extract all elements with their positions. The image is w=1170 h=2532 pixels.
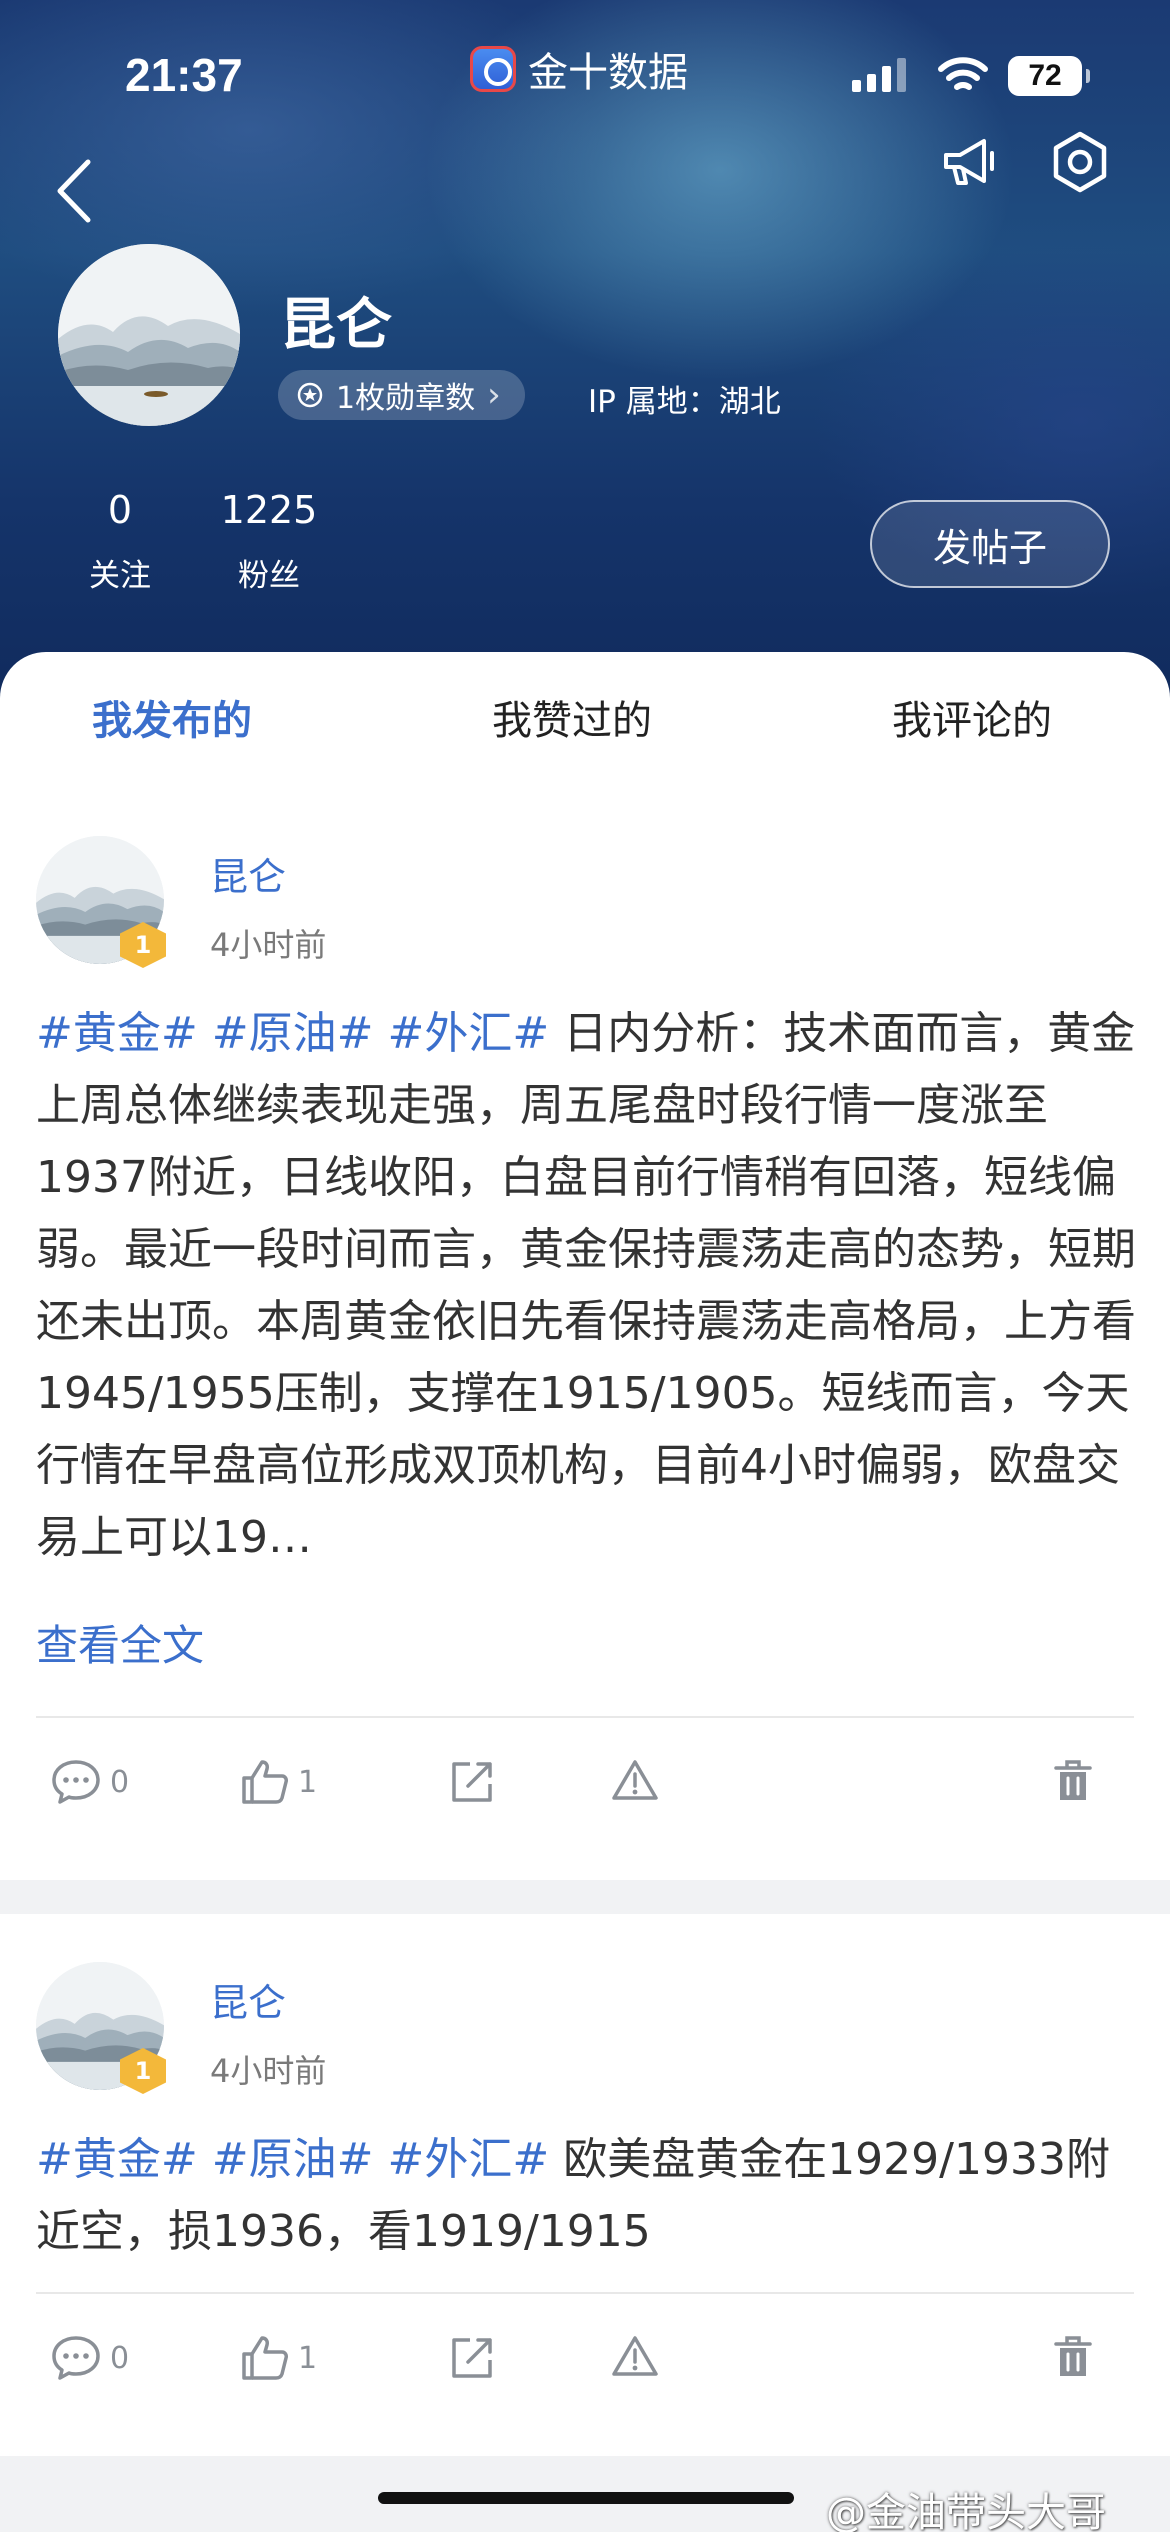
hashtag-forex[interactable]: #外汇# — [387, 1008, 549, 1059]
like-count: 1 — [298, 1764, 318, 1800]
status-time: 21:37 — [125, 49, 243, 101]
post-body-text: 日内分析：技术面而言，黄金上周总体继续表现走强，周五尾盘时段行情一度涨至1937… — [36, 1008, 1136, 1563]
like-count: 1 — [298, 2340, 318, 2376]
medal-count-label: 1枚勋章数 — [336, 381, 476, 416]
home-indicator[interactable] — [378, 2492, 794, 2504]
profile-tabs: 我发布的 我赞过的 我评论的 — [0, 688, 1170, 750]
source-app-name: 金十数据 — [528, 50, 688, 96]
warning-icon — [612, 2336, 658, 2376]
profile-avatar[interactable] — [58, 244, 240, 426]
share-icon — [452, 1762, 492, 1802]
report-button[interactable] — [610, 1758, 660, 1802]
app-icon — [470, 46, 516, 92]
followers-stat[interactable]: 1225 粉丝 — [212, 488, 326, 595]
following-label: 关注 — [89, 558, 151, 594]
read-full-text-link[interactable]: 查看全文 — [36, 1612, 204, 1673]
chevron-right-icon: › — [487, 375, 501, 415]
watermark: @金油带头大哥 — [826, 2490, 1106, 2532]
warning-icon — [612, 1760, 658, 1800]
status-bar: 21:37 金十数据 72 — [0, 0, 1170, 140]
hashtag-gold[interactable]: #黄金# — [36, 1008, 198, 1059]
hashtag-gold[interactable]: #黄金# — [36, 2134, 198, 2185]
comment-button[interactable]: 0 — [50, 1758, 129, 1806]
post-body[interactable]: #黄金# #原油# #外汇# 欧美盘黄金在1929/1933附近空，损1936，… — [36, 2124, 1136, 2268]
post-action-bar: 0 1 — [0, 1758, 1170, 1828]
post-action-bar: 0 1 — [0, 2334, 1170, 2404]
battery-indicator: 72 — [1008, 56, 1090, 96]
tab-my-posts[interactable]: 我发布的 — [92, 688, 252, 746]
source-app-indicator[interactable]: 金十数据 — [470, 40, 688, 98]
thumbs-up-icon — [242, 2336, 288, 2380]
following-stat[interactable]: 0 关注 — [68, 488, 172, 595]
comment-count: 0 — [110, 1764, 130, 1800]
hashtag-oil[interactable]: #原油# — [212, 1008, 374, 1059]
medal-count-pill[interactable]: 1枚勋章数 › — [278, 370, 525, 420]
back-arrow-icon[interactable] — [50, 158, 100, 224]
medal-icon — [297, 382, 323, 408]
tab-commented[interactable]: 我评论的 — [892, 688, 1052, 746]
post-author-name[interactable]: 昆仑 — [210, 1972, 286, 2027]
tab-liked[interactable]: 我赞过的 — [492, 688, 652, 746]
delete-button[interactable] — [1052, 2334, 1094, 2380]
report-button[interactable] — [610, 2334, 660, 2378]
comment-icon — [52, 2336, 100, 2380]
megaphone-icon[interactable] — [940, 135, 1000, 191]
post-body-text: 欧美盘黄金在1929/1933附近空，损1936，看1919/1915 — [36, 2134, 1110, 2257]
thumbs-up-icon — [242, 1760, 288, 1804]
ip-location: IP 属地：湖北 — [588, 384, 781, 420]
post-author-name[interactable]: 昆仑 — [210, 846, 286, 901]
trash-icon — [1054, 1760, 1092, 1800]
create-post-button[interactable]: 发帖子 — [870, 500, 1110, 588]
like-button[interactable]: 1 — [240, 1758, 317, 1806]
landscape-avatar-image — [58, 244, 240, 426]
comment-icon — [52, 1760, 100, 1804]
card-separator — [0, 1880, 1170, 1914]
profile-username: 昆仑 — [280, 293, 392, 358]
trash-icon — [1054, 2336, 1092, 2376]
following-count: 0 — [107, 488, 133, 532]
share-button[interactable] — [448, 1758, 496, 1804]
cellular-signal-icon — [852, 58, 906, 92]
hashtag-forex[interactable]: #外汇# — [387, 2134, 549, 2185]
share-button[interactable] — [448, 2334, 496, 2380]
followers-count: 1225 — [220, 488, 318, 532]
followers-label: 粉丝 — [238, 558, 300, 594]
wifi-icon — [938, 57, 988, 90]
comment-count: 0 — [110, 2340, 130, 2376]
hashtag-oil[interactable]: #原油# — [212, 2134, 374, 2185]
post-body[interactable]: #黄金# #原油# #外汇# 日内分析：技术面而言，黄金上周总体继续表现走强，周… — [36, 998, 1136, 1574]
post-time: 4小时前 — [210, 2052, 327, 2090]
comment-button[interactable]: 0 — [50, 2334, 129, 2382]
divider — [36, 1716, 1134, 1718]
post-time: 4小时前 — [210, 926, 327, 964]
divider — [36, 2292, 1134, 2294]
settings-gear-icon[interactable] — [1048, 130, 1112, 194]
delete-button[interactable] — [1052, 1758, 1094, 1804]
like-button[interactable]: 1 — [240, 2334, 317, 2382]
share-icon — [452, 2338, 492, 2378]
